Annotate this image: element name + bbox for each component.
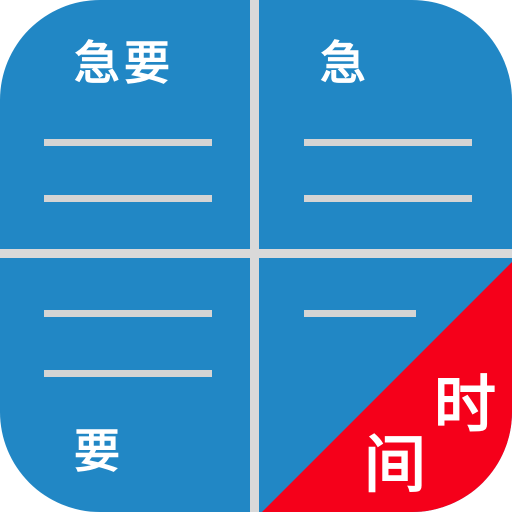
app-icon: 急要 急 要 时 间 (0, 0, 512, 512)
icon-background: 急要 急 要 时 间 (0, 0, 512, 512)
corner-char-top: 时 (434, 368, 497, 441)
corner-char-bottom: 间 (364, 428, 427, 501)
